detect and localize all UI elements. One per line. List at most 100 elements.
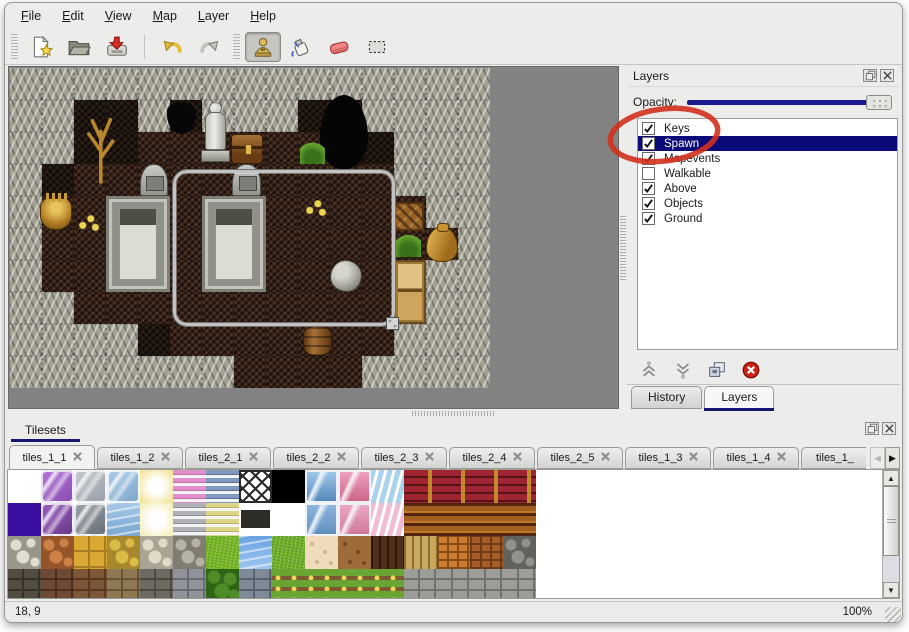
close-panel-button[interactable] (882, 422, 896, 435)
close-tab-icon[interactable] (161, 452, 170, 464)
tileset-tile[interactable] (272, 569, 305, 599)
tileset-tab-tiles_2_4[interactable]: tiles_2_4 (449, 447, 535, 469)
close-tab-icon[interactable] (513, 452, 522, 464)
tileset-tile[interactable] (239, 470, 272, 503)
tileset-tile[interactable] (140, 569, 173, 599)
menu-layer[interactable]: Layer (194, 7, 233, 25)
tileset-tab-tiles_1_2[interactable]: tiles_1_2 (97, 447, 183, 469)
tileset-tab-tiles_2_2[interactable]: tiles_2_2 (273, 447, 359, 469)
tab-layers[interactable]: Layers (704, 386, 774, 409)
layer-visibility-checkbox[interactable] (642, 122, 655, 135)
tileset-tile[interactable] (437, 536, 470, 569)
tileset-tile[interactable] (470, 536, 503, 569)
tileset-tab-tiles_1[interactable]: tiles_1_ (801, 447, 866, 469)
tileset-tile[interactable] (470, 569, 503, 599)
tileset-tab-tiles_1_3[interactable]: tiles_1_3 (625, 447, 711, 469)
tileset-tile[interactable] (338, 569, 371, 599)
tileset-tile[interactable] (404, 536, 437, 569)
close-tab-icon[interactable] (689, 452, 698, 464)
vertical-splitter[interactable] (619, 66, 627, 409)
float-panel-button[interactable] (863, 69, 877, 82)
tileset-tile[interactable] (470, 470, 503, 503)
redo-button[interactable] (192, 32, 228, 62)
selection-resize-handle[interactable] (386, 317, 399, 330)
tileset-tile[interactable] (74, 503, 107, 536)
layer-visibility-checkbox[interactable] (642, 167, 655, 180)
tab-history[interactable]: History (631, 386, 702, 409)
layer-row-mapevents[interactable]: Mapevents (638, 151, 897, 166)
tileset-tile[interactable] (338, 536, 371, 569)
layer-row-ground[interactable]: Ground (638, 211, 897, 226)
tileset-tile[interactable] (272, 536, 305, 569)
tileset-tile[interactable] (305, 503, 338, 536)
tileset-tab-tiles_2_5[interactable]: tiles_2_5 (537, 447, 623, 469)
close-tab-icon[interactable] (425, 452, 434, 464)
tileset-tile[interactable] (338, 503, 371, 536)
tileset-tile[interactable] (503, 569, 536, 599)
save-import-button[interactable] (99, 32, 135, 62)
tileset-tab-tiles_1_4[interactable]: tiles_1_4 (713, 447, 799, 469)
stamp-tool-button[interactable] (245, 32, 281, 62)
layer-visibility-checkbox[interactable] (642, 152, 655, 165)
tileset-content[interactable]: ▲ ▼ (7, 469, 900, 599)
tileset-tile[interactable] (338, 470, 371, 503)
tileset-tile[interactable] (503, 470, 536, 503)
layer-row-spawn[interactable]: Spawn (638, 136, 897, 151)
tileset-scrollbar[interactable]: ▲ ▼ (882, 470, 899, 598)
scroll-down-button[interactable]: ▼ (883, 582, 899, 598)
eraser-tool-button[interactable] (321, 32, 357, 62)
tileset-tile[interactable] (140, 536, 173, 569)
horizontal-splitter[interactable] (5, 409, 902, 419)
tileset-tile[interactable] (371, 503, 404, 536)
layer-row-above[interactable]: Above (638, 181, 897, 196)
close-tab-icon[interactable] (777, 452, 786, 464)
tileset-tile[interactable] (404, 503, 437, 536)
layer-visibility-checkbox[interactable] (642, 182, 655, 195)
tileset-tile[interactable] (107, 569, 140, 599)
opacity-slider-track[interactable] (687, 100, 888, 105)
tileset-tile[interactable] (74, 536, 107, 569)
tileset-tile[interactable] (173, 536, 206, 569)
tileset-tile[interactable] (404, 569, 437, 599)
tileset-tile[interactable] (107, 503, 140, 536)
tileset-tile[interactable] (272, 503, 305, 536)
resize-grip[interactable] (885, 607, 901, 623)
scroll-tabs-right-button[interactable]: ▶ (885, 447, 900, 469)
toolbar-drag-handle[interactable] (11, 34, 18, 60)
close-tab-icon[interactable] (73, 452, 82, 464)
close-panel-button[interactable] (880, 69, 894, 82)
fill-tool-button[interactable] (283, 32, 319, 62)
layer-visibility-checkbox[interactable] (642, 197, 655, 210)
close-tab-icon[interactable] (337, 452, 346, 464)
select-tool-button[interactable] (359, 32, 395, 62)
map-selection[interactable] (173, 170, 395, 326)
tileset-tile[interactable] (41, 503, 74, 536)
layer-visibility-checkbox[interactable] (642, 212, 655, 225)
menu-view[interactable]: View (101, 7, 136, 25)
tileset-tile[interactable] (41, 470, 74, 503)
layer-row-walkable[interactable]: Walkable (638, 166, 897, 181)
tileset-tile[interactable] (239, 536, 272, 569)
tileset-tile[interactable] (239, 569, 272, 599)
tileset-tile[interactable] (371, 536, 404, 569)
tileset-tile[interactable] (74, 470, 107, 503)
tileset-tile[interactable] (41, 569, 74, 599)
opacity-slider-handle[interactable] (866, 95, 892, 110)
menu-edit[interactable]: Edit (58, 7, 88, 25)
tileset-tile[interactable] (173, 470, 206, 503)
tileset-tile[interactable] (173, 569, 206, 599)
tileset-tile[interactable] (503, 536, 536, 569)
menu-help[interactable]: Help (246, 7, 280, 25)
tileset-tile[interactable] (371, 569, 404, 599)
tileset-tile[interactable] (74, 569, 107, 599)
tileset-tile[interactable] (206, 470, 239, 503)
tileset-tile[interactable] (305, 470, 338, 503)
tileset-tile[interactable] (107, 470, 140, 503)
tileset-tile[interactable] (8, 470, 41, 503)
tileset-tile[interactable] (206, 569, 239, 599)
tileset-tile[interactable] (305, 536, 338, 569)
tileset-tile[interactable] (8, 569, 41, 599)
tileset-tile[interactable] (437, 569, 470, 599)
toolbar-drag-handle[interactable] (233, 34, 240, 60)
tileset-tile[interactable] (41, 536, 74, 569)
